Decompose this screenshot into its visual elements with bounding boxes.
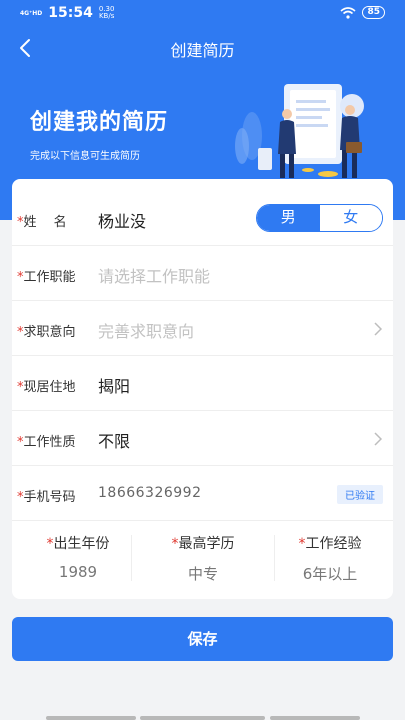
job-type-label: *工作性质	[17, 435, 76, 450]
residence-label: *现居住地	[17, 380, 76, 395]
business-illustration	[235, 84, 364, 178]
job-function-label: *工作职能	[17, 270, 76, 285]
job-intent-label: *求职意向	[17, 325, 76, 340]
verified-badge: 已验证	[337, 485, 383, 504]
hero-title: 创建我的简历	[30, 110, 169, 135]
hero-subtitle: 完成以下信息可生成简历	[30, 151, 140, 162]
phone-row: *手机号码 18666326992 已验证	[12, 466, 393, 521]
chevron-right-icon	[374, 322, 383, 336]
phone-value: 18666326992	[98, 485, 202, 501]
name-row: *姓 名 杨业没 男 女	[12, 191, 393, 246]
nav-bar: 创建简历	[0, 28, 405, 68]
nav-bar-segment	[46, 716, 136, 720]
residence-row[interactable]: *现居住地 揭阳	[12, 356, 393, 411]
job-type-value[interactable]: 不限	[98, 428, 130, 452]
job-type-row[interactable]: *工作性质 不限	[12, 411, 393, 466]
nav-bar-segment	[270, 716, 360, 720]
experience-field[interactable]: *工作经验 6年以上	[270, 533, 390, 583]
job-intent-select[interactable]: 完善求职意向	[98, 318, 194, 342]
job-function-row[interactable]: *工作职能 请选择工作职能	[12, 246, 393, 301]
save-button[interactable]: 保存	[12, 617, 393, 661]
network-indicator: 4G⁺HD	[20, 9, 43, 17]
experience-value: 6年以上	[302, 565, 358, 583]
job-function-select[interactable]: 请选择工作职能	[98, 263, 210, 287]
gender-toggle: 男 女	[256, 204, 383, 232]
residence-value[interactable]: 揭阳	[98, 373, 130, 397]
column-divider	[131, 535, 132, 581]
job-intent-row[interactable]: *求职意向 完善求职意向	[12, 301, 393, 356]
education-label: *最高学历	[171, 536, 235, 552]
education-field[interactable]: *最高学历 中专	[143, 533, 263, 583]
name-input[interactable]: 杨业没	[98, 208, 146, 232]
education-value: 中专	[187, 565, 218, 583]
resume-form-card: *姓 名 杨业没 男 女 *工作职能 请选择工作职能 *求职意向 完善求职意向 …	[12, 179, 393, 599]
birth-year-value: 1989	[58, 563, 98, 581]
page-title: 创建简历	[170, 41, 235, 60]
status-time: 15:54	[48, 5, 93, 21]
gender-female-option[interactable]: 女	[319, 205, 382, 231]
name-label: *姓 名	[17, 215, 67, 230]
nav-bar-segment	[140, 716, 265, 720]
birth-year-label: *出生年份	[46, 536, 110, 552]
status-bar: 4G⁺HD 15:54 0.30 KB/s 85	[0, 0, 405, 28]
battery-icon: 85	[362, 6, 385, 19]
experience-label: *工作经验	[298, 536, 362, 552]
birth-year-field[interactable]: *出生年份 1989	[18, 533, 138, 583]
chevron-right-icon	[374, 432, 383, 446]
gender-male-option[interactable]: 男	[257, 205, 320, 231]
wifi-icon	[340, 6, 356, 19]
phone-label: *手机号码	[17, 490, 76, 505]
network-speed: 0.30 KB/s	[98, 5, 115, 20]
